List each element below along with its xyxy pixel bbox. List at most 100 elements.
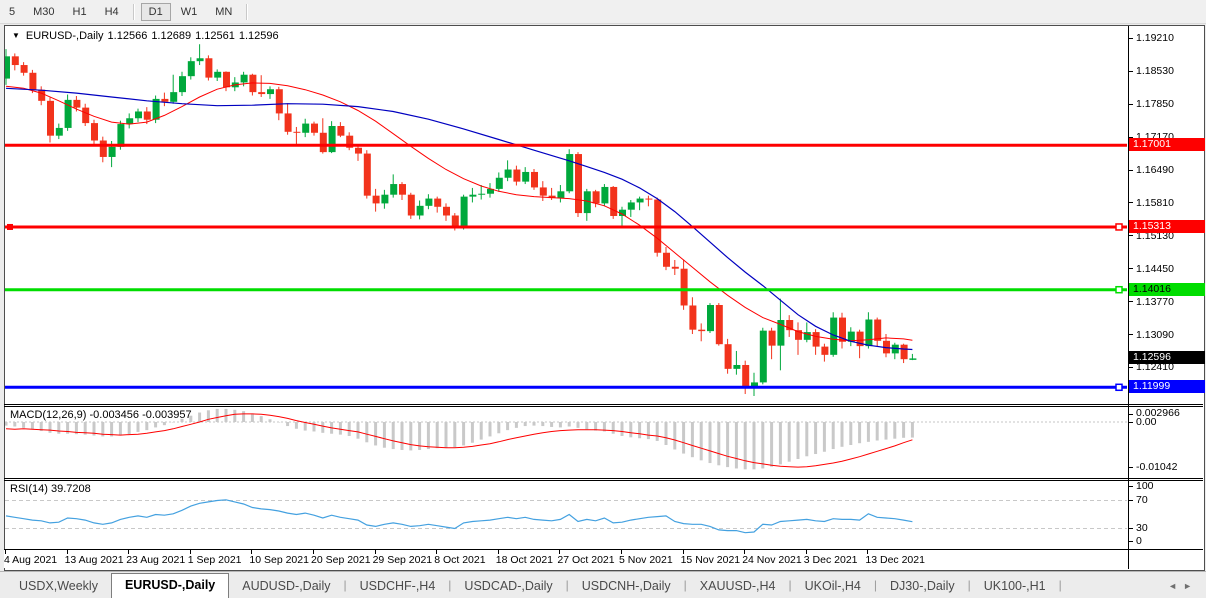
macd-value-signal: -0.003957 (142, 409, 192, 421)
axis-tick (1128, 486, 1133, 487)
candle-body (399, 184, 406, 195)
timeframe-button-w1[interactable]: W1 (173, 3, 206, 21)
candle-body (47, 101, 54, 136)
price-tick-label: 1.18530 (1136, 65, 1174, 77)
macd-axis-label: -0.01042 (1136, 461, 1177, 473)
candle-body (373, 196, 380, 204)
line-handle[interactable] (1116, 287, 1122, 293)
axis-tick (1128, 500, 1133, 501)
tab-audusd-daily[interactable]: AUDUSD-,Daily (229, 575, 343, 598)
candle-body (5, 56, 10, 78)
candle-body (364, 154, 371, 196)
axis-tick (1128, 414, 1133, 415)
candle-body (628, 202, 635, 209)
rsi-axis-label: 100 (1136, 480, 1154, 492)
timeframe-button-5[interactable]: 5 (1, 3, 23, 21)
line-handle[interactable] (1116, 224, 1122, 230)
date-label: 18 Oct 2021 (496, 554, 553, 566)
candle-body (337, 126, 344, 136)
timeframe-button-h1[interactable]: H1 (65, 3, 95, 21)
timeframe-button-h4[interactable]: H4 (97, 3, 127, 21)
candle-body (461, 197, 468, 228)
candle-body (443, 207, 450, 216)
candle-body (135, 111, 142, 118)
candle-body (355, 148, 362, 154)
axis-tick (1128, 422, 1133, 423)
line-handle[interactable] (7, 224, 13, 230)
date-label: 10 Sep 2021 (249, 554, 309, 566)
tab-ukoil-h4[interactable]: UKOil-,H4 (792, 575, 874, 598)
timeframe-button-mn[interactable]: MN (207, 3, 240, 21)
candle-body (38, 90, 45, 101)
tab-uk100-h1[interactable]: UK100-,H1 (971, 575, 1059, 598)
candle-body (117, 124, 124, 147)
pane-separator (4, 406, 1203, 407)
time-axis[interactable]: 4 Aug 202113 Aug 202123 Aug 20211 Sep 20… (4, 550, 1128, 568)
ohlc-open: 1.12566 (108, 30, 148, 42)
tab-xauusd-h4[interactable]: XAUUSD-,H4 (687, 575, 789, 598)
candle-body (329, 126, 336, 152)
candle-body (698, 330, 705, 331)
candle-body (311, 124, 318, 133)
candle-body (505, 170, 512, 178)
rsi-axis-label: 70 (1136, 494, 1148, 506)
mt4-terminal: 5M30H1H4 D1W1MN ▼ EURUSD-,Daily 1.12566 1.12… (0, 0, 1206, 598)
axis-tick (1128, 268, 1133, 269)
candle-body (91, 123, 98, 140)
candle-body (425, 199, 432, 206)
axis-tick (1128, 170, 1133, 171)
date-label: 1 Sep 2021 (188, 554, 242, 566)
tab-usdcnh-daily[interactable]: USDCNH-,Daily (569, 575, 684, 598)
rsi-value: 39.7208 (51, 483, 91, 495)
chart-canvas[interactable] (5, 26, 1128, 549)
candle-body (408, 195, 415, 216)
candle-body (813, 332, 820, 347)
tab-usdx-weekly[interactable]: USDX,Weekly (6, 575, 111, 598)
timeframe-toolbar: 5M30H1H4 D1W1MN (0, 0, 1206, 24)
candle-body (540, 187, 547, 195)
candle-body (381, 195, 388, 204)
tab-eurusd-daily[interactable]: EURUSD-,Daily (111, 573, 229, 598)
tab-usdchf-h4[interactable]: USDCHF-,H4 (347, 575, 449, 598)
date-label: 27 Oct 2021 (557, 554, 614, 566)
candle-body (865, 320, 872, 347)
date-label: 4 Aug 2021 (4, 554, 57, 566)
candle-body (593, 191, 600, 203)
candle-body (557, 191, 564, 198)
candle-body (21, 65, 28, 73)
price-tick-label: 1.17850 (1136, 98, 1174, 110)
price-tick-label: 1.15810 (1136, 197, 1174, 209)
toolbar-separator (133, 4, 135, 20)
date-label: 13 Dec 2021 (865, 554, 925, 566)
toolbar-separator (246, 4, 248, 20)
rsi-axis-label: 30 (1136, 522, 1148, 534)
pane-separator[interactable] (4, 478, 1203, 479)
timeframe-button-d1[interactable]: D1 (141, 3, 171, 21)
price-tag-1.15313: 1.15313 (1129, 220, 1205, 233)
candle-body (161, 99, 168, 102)
macd-label: MACD(12,26,9) -0.003456 -0.003957 (10, 409, 192, 421)
candle-body (469, 195, 476, 197)
candle-body (601, 187, 608, 203)
ohlc-low: 1.12561 (195, 30, 235, 42)
tab-dj30-daily[interactable]: DJ30-,Daily (877, 575, 968, 598)
candle-body (82, 108, 89, 123)
timeframe-button-m30[interactable]: M30 (25, 3, 62, 21)
symbol-tabs: USDX,WeeklyEURUSD-,DailyAUDUSD-,Daily | US… (0, 571, 1206, 598)
tab-scroll-right-icon[interactable]: ► (1183, 581, 1198, 591)
candle-body (285, 113, 292, 131)
pane-separator[interactable] (4, 404, 1203, 405)
axis-tick (1128, 71, 1133, 72)
candle-body (672, 267, 679, 269)
macd-value-main: -0.003456 (89, 409, 139, 421)
tab-usdcad-daily[interactable]: USDCAD-,Daily (451, 575, 565, 598)
tab-separator: | (1059, 578, 1062, 598)
chevron-down-icon[interactable]: ▼ (12, 31, 20, 40)
price-tick-label: 1.13090 (1136, 329, 1174, 341)
tab-scroll-left-icon[interactable]: ◄ (1168, 581, 1183, 591)
axis-tick (1128, 367, 1133, 368)
date-label: 29 Sep 2021 (373, 554, 433, 566)
candle-body (179, 76, 186, 92)
line-handle[interactable] (1116, 384, 1122, 390)
candle-body (390, 184, 397, 195)
